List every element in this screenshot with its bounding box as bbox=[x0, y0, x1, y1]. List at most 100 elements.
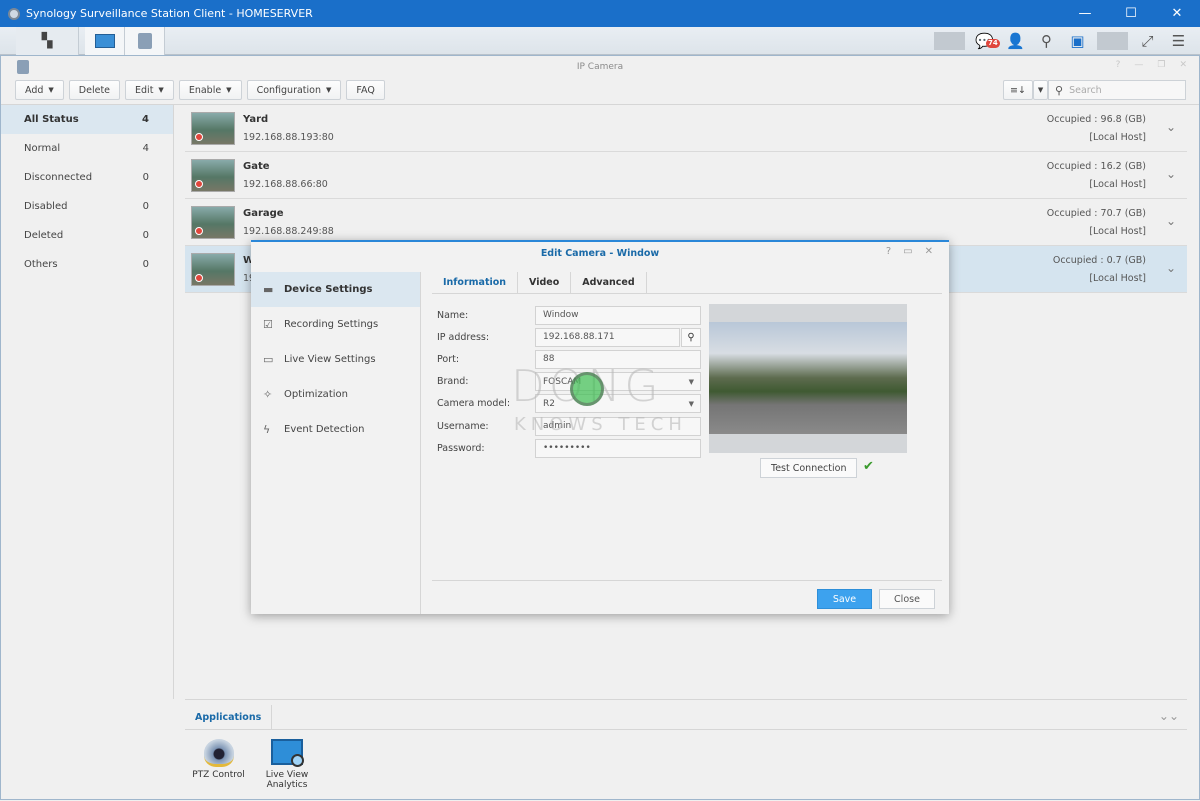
camera-preview bbox=[709, 304, 907, 453]
search-placeholder: Search bbox=[1069, 84, 1102, 96]
camera-row[interactable]: Yard 192.168.88.193:80 Occupied : 96.8 (… bbox=[185, 105, 1187, 152]
ip-address-field[interactable]: 192.168.88.171 bbox=[535, 327, 680, 347]
title-bar: Synology Surveillance Station Client - H… bbox=[0, 0, 1200, 27]
live-view-tab[interactable] bbox=[85, 27, 125, 55]
help-button[interactable]: ? bbox=[1116, 60, 1121, 70]
camera-thumbnail bbox=[191, 206, 235, 239]
configuration-label: Configuration bbox=[256, 84, 321, 96]
info-card-icon[interactable]: ▣ bbox=[1062, 32, 1093, 50]
recording-icon bbox=[195, 274, 203, 282]
camera-row[interactable]: Gate 192.168.88.66:80 Occupied : 16.2 (G… bbox=[185, 152, 1187, 199]
test-connection-button[interactable]: Test Connection bbox=[760, 458, 858, 478]
search-icon[interactable]: ⚲ bbox=[1031, 32, 1062, 50]
delete-button[interactable]: Delete bbox=[68, 80, 121, 100]
camera-thumbnail bbox=[191, 159, 235, 192]
edit-label: Edit bbox=[135, 84, 154, 96]
chevron-down-icon[interactable]: ⌄ bbox=[1166, 167, 1176, 181]
close-button[interactable]: ✕ bbox=[1154, 0, 1200, 27]
search-icon: ⚲ bbox=[687, 331, 695, 343]
nav-live-view-settings[interactable]: ▭ Live View Settings bbox=[251, 342, 420, 377]
tab-advanced[interactable]: Advanced bbox=[571, 272, 647, 293]
sidebar-item-all-status[interactable]: All Status 4 bbox=[1, 105, 173, 134]
user-icon[interactable]: 👤 bbox=[1000, 32, 1031, 50]
camera-ip: 192.168.88.193:80 bbox=[243, 132, 334, 143]
caret-down-icon: ▼ bbox=[48, 86, 54, 94]
camera-host: [Local Host] bbox=[1089, 132, 1146, 143]
power-icon bbox=[570, 372, 604, 406]
nav-optimization[interactable]: ✧ Optimization bbox=[251, 377, 420, 412]
password-field[interactable]: ••••••••• bbox=[535, 438, 701, 458]
maximize-button[interactable]: ☐ bbox=[1108, 0, 1154, 27]
close-dialog-button[interactable]: Close bbox=[879, 589, 935, 609]
tab-information[interactable]: Information bbox=[432, 272, 519, 293]
edit-button[interactable]: Edit ▼ bbox=[125, 80, 174, 100]
caret-down-icon: ▼ bbox=[226, 86, 232, 94]
name-field[interactable]: Window bbox=[535, 305, 701, 325]
recording-icon bbox=[195, 133, 203, 141]
camera-name: Gate bbox=[243, 161, 270, 172]
analytics-icon bbox=[271, 739, 304, 767]
window-restore-button[interactable]: ❐ bbox=[1157, 60, 1165, 70]
camera-row[interactable]: Garage 192.168.88.249:88 Occupied : 70.7… bbox=[185, 199, 1187, 246]
chevron-down-icon[interactable]: ⌄ bbox=[1166, 214, 1176, 228]
faq-button[interactable]: FAQ bbox=[346, 80, 385, 100]
ip-camera-tab[interactable] bbox=[125, 27, 165, 55]
minimize-button[interactable]: — bbox=[1062, 0, 1108, 27]
check-icon: ✔ bbox=[863, 459, 874, 474]
camera-host: [Local Host] bbox=[1089, 226, 1146, 237]
chevron-down-icon[interactable]: ⌄ bbox=[1166, 261, 1176, 275]
nav-device-settings[interactable]: ▬ Device Settings bbox=[251, 272, 420, 307]
camera-name: Garage bbox=[243, 208, 284, 219]
configuration-button[interactable]: Configuration ▼ bbox=[246, 80, 342, 100]
save-button[interactable]: Save bbox=[817, 589, 872, 609]
window-minimize-button[interactable]: — bbox=[1134, 60, 1143, 70]
dialog-close-icon[interactable]: ✕ bbox=[925, 246, 933, 257]
live-view-icon bbox=[94, 34, 115, 48]
chevron-down-icon[interactable]: ⌄ bbox=[1166, 120, 1176, 134]
ptz-control-app[interactable]: PTZ Control bbox=[191, 739, 246, 780]
sort-dropdown-button[interactable]: ▼ bbox=[1032, 80, 1049, 100]
live-view-analytics-app[interactable]: Live View Analytics bbox=[261, 739, 313, 790]
dialog-help-icon[interactable]: ? bbox=[886, 246, 891, 257]
preview-image bbox=[709, 322, 907, 434]
add-button[interactable]: Add ▼ bbox=[15, 80, 64, 100]
window-title: Synology Surveillance Station Client - H… bbox=[26, 7, 313, 20]
camera-ip: 192.168.88.249:88 bbox=[243, 226, 334, 237]
nav-event-detection[interactable]: ϟ Event Detection bbox=[251, 412, 420, 447]
applications-tab[interactable]: Applications bbox=[185, 705, 273, 730]
camera-host: [Local Host] bbox=[1089, 179, 1146, 190]
grid-icon: ▚ bbox=[41, 33, 53, 49]
dialog-maximize-icon[interactable]: ▭ bbox=[903, 246, 912, 257]
main-menu-tab[interactable]: ▚ bbox=[16, 27, 79, 55]
nav-label: Live View Settings bbox=[284, 354, 376, 365]
app-icon bbox=[8, 7, 20, 20]
nav-label: Optimization bbox=[284, 389, 348, 400]
sidebar-item-label: Disabled bbox=[24, 201, 68, 212]
collapse-icon[interactable]: ⌄⌄ bbox=[1159, 709, 1179, 723]
nav-label: Event Detection bbox=[284, 424, 365, 435]
enable-button[interactable]: Enable ▼ bbox=[178, 80, 242, 100]
live-view-icon: ▭ bbox=[263, 353, 274, 366]
sidebar-item-disabled[interactable]: Disabled 0 bbox=[1, 192, 173, 221]
sort-button[interactable]: ≡↓ bbox=[1003, 80, 1033, 100]
fullscreen-icon[interactable]: ⤢ bbox=[1132, 32, 1163, 50]
sidebar-item-deleted[interactable]: Deleted 0 bbox=[1, 221, 173, 250]
notifications-icon[interactable]: 💬 74 bbox=[969, 32, 1000, 50]
nav-recording-settings[interactable]: ☑ Recording Settings bbox=[251, 307, 420, 342]
calendar-icon: ☑ bbox=[263, 318, 273, 331]
menu-icon[interactable]: ☰ bbox=[1163, 32, 1194, 50]
sidebar-item-label: Deleted bbox=[24, 230, 64, 241]
caret-down-icon: ▼ bbox=[688, 377, 694, 386]
tab-video[interactable]: Video bbox=[518, 272, 572, 293]
add-label: Add bbox=[25, 84, 44, 96]
search-input[interactable]: ⚲ Search bbox=[1048, 80, 1186, 100]
camera-name: Yard bbox=[243, 114, 269, 125]
sidebar-item-normal[interactable]: Normal 4 bbox=[1, 134, 173, 163]
ip-search-button[interactable]: ⚲ bbox=[681, 327, 701, 347]
window-close-button[interactable]: ✕ bbox=[1179, 60, 1187, 70]
sidebar-item-disconnected[interactable]: Disconnected 0 bbox=[1, 163, 173, 192]
camera-thumbnail bbox=[191, 253, 235, 286]
camera-ip: 192.168.88.66:80 bbox=[243, 179, 328, 190]
sidebar-item-others[interactable]: Others 0 bbox=[1, 250, 173, 279]
wand-icon: ✧ bbox=[263, 388, 273, 401]
